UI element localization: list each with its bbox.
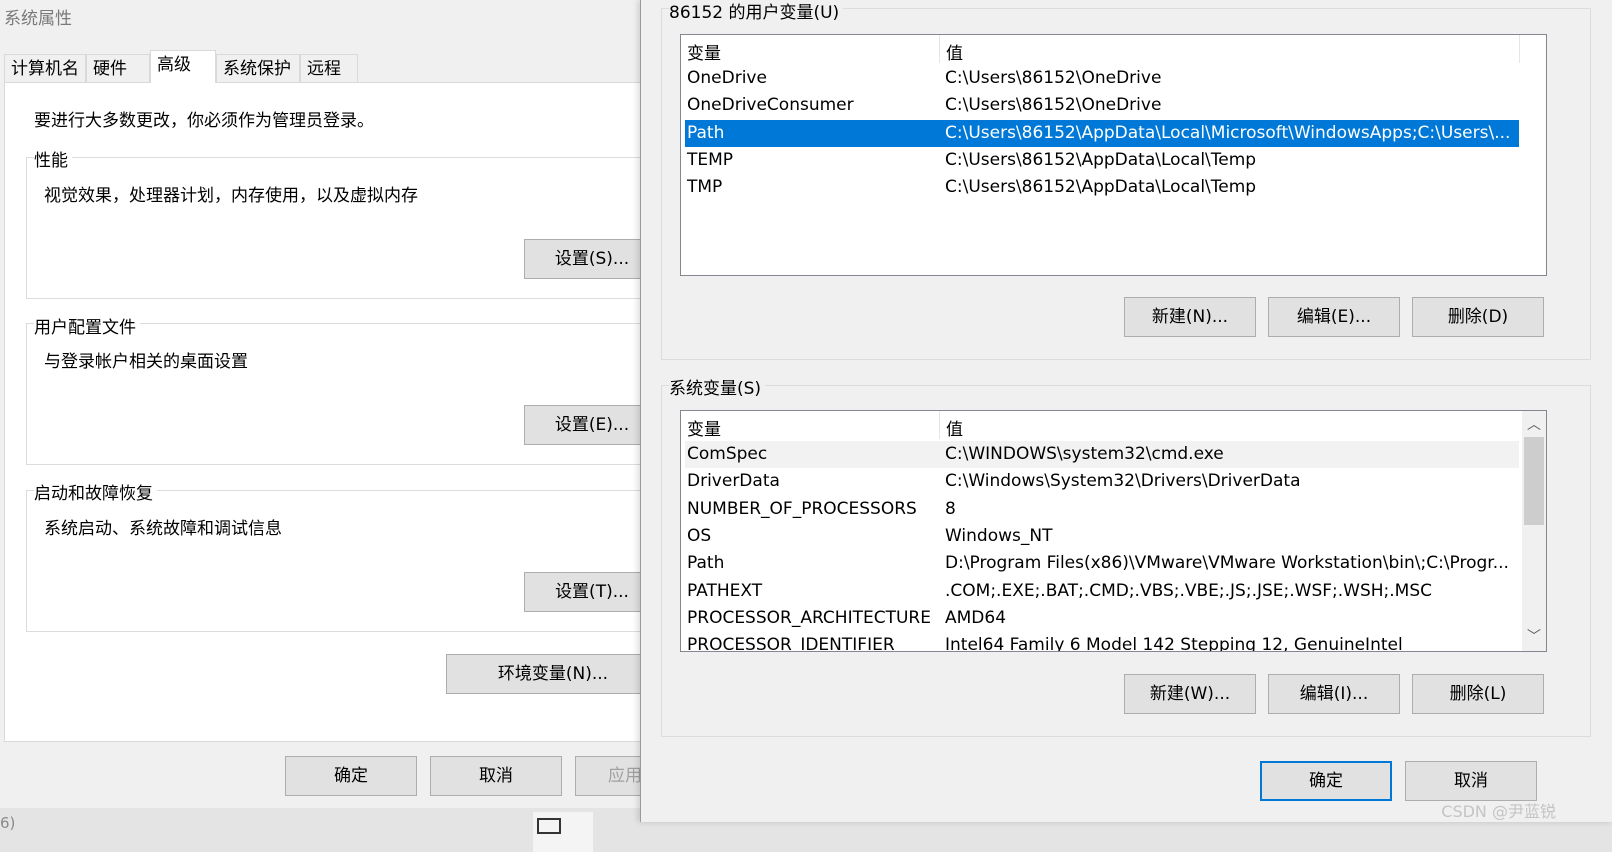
variable-value: 8 xyxy=(945,498,956,519)
variable-name: PROCESSOR_ARCHITECTURE xyxy=(687,607,931,628)
system-delete-button[interactable]: 删除(L) xyxy=(1412,674,1544,714)
variable-value: C:\Users\86152\OneDrive xyxy=(945,68,1162,88)
system-new-button[interactable]: 新建(W)... xyxy=(1124,674,1256,714)
environment-variables-button[interactable]: 环境变量(N)... xyxy=(446,654,660,694)
list-item[interactable]: ComSpec C:\WINDOWS\system32\cmd.exe xyxy=(685,441,1519,468)
variable-value: AMD64 xyxy=(945,607,1007,628)
list-item[interactable]: OS Windows_NT xyxy=(685,523,1519,550)
list-item[interactable]: OneDrive C:\Users\86152\OneDrive xyxy=(685,65,1519,92)
performance-description: 视觉效果，处理器计划，内存使用，以及虚拟内存 xyxy=(44,186,418,206)
variable-value: C:\Users\86152\AppData\Local\Microsoft\W… xyxy=(945,122,1511,143)
user-new-button[interactable]: 新建(N)... xyxy=(1124,297,1256,337)
dialog-title: 系统属性 xyxy=(4,9,72,29)
user-edit-button[interactable]: 编辑(E)... xyxy=(1268,297,1400,337)
system-vars-list[interactable]: 变量 值 ComSpec C:\WINDOWS\system32\cmd.exe D… xyxy=(680,410,1547,652)
watermark: CSDN @尹蓝锐 xyxy=(1441,802,1556,821)
variable-name: ComSpec xyxy=(687,444,768,464)
system-properties-dialog: 系统属性 计算机名 硬件 高级 系统保护 远程 要进行大多数更改，你必须作为管理… xyxy=(0,0,675,830)
taskbar-text: 6) xyxy=(0,814,16,832)
variable-value: .COM;.EXE;.BAT;.CMD;.VBS;.VBE;.JS;.JSE;.… xyxy=(945,580,1433,601)
user-vars-list[interactable]: 变量 值 OneDrive C:\Users\86152\OneDrive OneD… xyxy=(680,34,1547,276)
variable-value: Windows_NT xyxy=(945,525,1053,546)
user-vars-header: 变量 值 xyxy=(681,35,1546,64)
variable-name: OS xyxy=(687,525,712,546)
system-edit-button[interactable]: 编辑(I)... xyxy=(1268,674,1400,714)
tab-remote[interactable]: 远程 xyxy=(300,54,358,82)
env-cancel-button[interactable]: 取消 xyxy=(1405,761,1537,801)
column-header-value[interactable]: 值 xyxy=(946,39,963,64)
variable-value: C:\Users\86152\AppData\Local\Temp xyxy=(945,149,1257,170)
column-separator[interactable] xyxy=(939,35,940,63)
startup-recovery-description: 系统启动、系统故障和调试信息 xyxy=(44,519,282,539)
column-separator[interactable] xyxy=(1519,35,1520,63)
admin-note: 要进行大多数更改，你必须作为管理员登录。 xyxy=(34,111,374,131)
variable-value: C:\Users\86152\AppData\Local\Temp xyxy=(945,177,1257,198)
variable-name: Path xyxy=(687,122,725,143)
variable-name: Path xyxy=(687,553,725,574)
variable-value: Intel64 Family 6 Model 142 Stepping 12, … xyxy=(945,635,1403,652)
startup-recovery-title: 启动和故障恢复 xyxy=(34,479,157,504)
variable-name: PATHEXT xyxy=(687,580,763,601)
variable-name: OneDrive xyxy=(687,68,767,88)
variable-value: C:\WINDOWS\system32\cmd.exe xyxy=(945,444,1224,464)
sysprops-ok-button[interactable]: 确定 xyxy=(285,756,417,796)
list-item[interactable]: TMP C:\Users\86152\AppData\Local\Temp xyxy=(685,174,1519,201)
system-vars-label: 系统变量(S) xyxy=(669,374,766,399)
variable-value: C:\Windows\System32\Drivers\DriverData xyxy=(945,471,1301,492)
list-item[interactable]: NUMBER_OF_PROCESSORS 8 xyxy=(685,496,1519,523)
variable-name: TMP xyxy=(687,177,723,198)
variable-name: OneDriveConsumer xyxy=(687,95,854,116)
list-item[interactable]: Path C:\Users\86152\AppData\Local\Microso… xyxy=(685,119,1519,147)
list-item[interactable]: TEMP C:\Users\86152\AppData\Local\Temp xyxy=(685,147,1519,174)
list-item[interactable]: PATHEXT .COM;.EXE;.BAT;.CMD;.VBS;.VBE;.JS… xyxy=(685,578,1519,605)
column-header-value[interactable]: 值 xyxy=(946,415,963,440)
column-header-variable[interactable]: 变量 xyxy=(687,39,721,64)
system-vars-header: 变量 值 xyxy=(681,411,1546,440)
tab-hardware[interactable]: 硬件 xyxy=(86,54,150,82)
user-delete-button[interactable]: 删除(D) xyxy=(1412,297,1544,337)
list-item[interactable]: Path D:\Program Files(x86)\VMware\VMware … xyxy=(685,550,1519,577)
user-vars-label: 86152 的用户变量(U) xyxy=(669,0,844,23)
taskbar-app-button[interactable] xyxy=(533,812,593,852)
tab-system-protection[interactable]: 系统保护 xyxy=(216,54,300,82)
tab-computer-name[interactable]: 计算机名 xyxy=(4,54,86,82)
env-ok-button[interactable]: 确定 xyxy=(1260,761,1392,801)
environment-variables-dialog: 86152 的用户变量(U) 变量 值 OneDrive C:\Users\861… xyxy=(640,0,1612,822)
scroll-down-icon[interactable]: ﹀ xyxy=(1522,625,1546,649)
variable-value: C:\Users\86152\OneDrive xyxy=(945,95,1162,116)
scrollbar-thumb[interactable] xyxy=(1524,437,1544,525)
sysprops-cancel-button[interactable]: 取消 xyxy=(430,756,562,796)
column-separator[interactable] xyxy=(939,411,940,439)
column-header-variable[interactable]: 变量 xyxy=(687,415,721,440)
system-vars-scrollbar[interactable]: ︿ ﹀ xyxy=(1522,411,1546,651)
list-item[interactable]: PROCESSOR_ARCHITECTURE AMD64 xyxy=(685,605,1519,632)
user-profiles-title: 用户配置文件 xyxy=(34,313,140,338)
user-profiles-description: 与登录帐户相关的桌面设置 xyxy=(44,352,248,372)
scroll-up-icon[interactable]: ︿ xyxy=(1522,413,1546,437)
variable-name: PROCESSOR_IDENTIFIER xyxy=(687,635,895,652)
performance-title: 性能 xyxy=(34,146,72,171)
list-item[interactable]: PROCESSOR_IDENTIFIER Intel64 Family 6 Mod… xyxy=(685,632,1519,652)
variable-name: DriverData xyxy=(687,471,780,492)
variable-value: D:\Program Files(x86)\VMware\VMware Work… xyxy=(945,553,1509,574)
tab-advanced[interactable]: 高级 xyxy=(150,50,216,83)
variable-name: TEMP xyxy=(687,149,734,170)
variable-name: NUMBER_OF_PROCESSORS xyxy=(687,498,917,519)
window-icon xyxy=(537,818,561,834)
list-item[interactable]: DriverData C:\Windows\System32\Drivers\Dr… xyxy=(685,468,1519,495)
list-item[interactable]: OneDriveConsumer C:\Users\86152\OneDrive xyxy=(685,92,1519,119)
